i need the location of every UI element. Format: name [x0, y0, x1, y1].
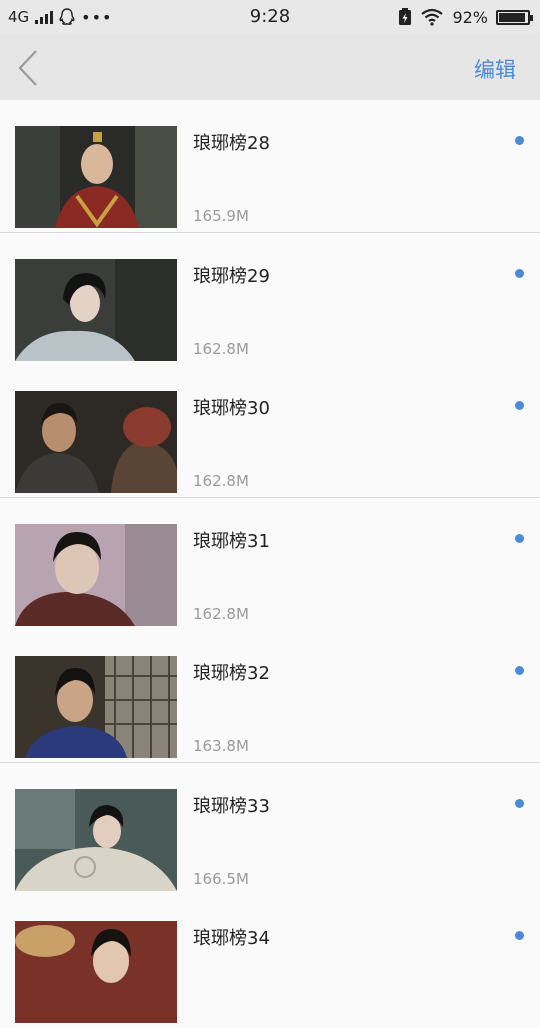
list-item[interactable]: 琅琊榜30 162.8M	[0, 365, 540, 498]
list-item[interactable]: 琅琊榜28 165.9M	[0, 100, 540, 233]
list-item[interactable]: 琅琊榜29 162.8M	[0, 233, 540, 366]
blue-dot-icon	[515, 931, 524, 940]
edit-button[interactable]: 编辑	[474, 54, 516, 84]
list-item[interactable]: 琅琊榜32 163.8M	[0, 630, 540, 763]
video-title: 琅琊榜32	[193, 663, 270, 684]
blue-dot-icon	[515, 666, 524, 675]
list-item[interactable]: 琅琊榜31 162.8M	[0, 498, 540, 631]
wifi-icon	[421, 8, 444, 26]
list-item[interactable]: 琅琊榜34	[0, 895, 540, 1028]
blue-dot-icon	[515, 136, 524, 145]
list-item[interactable]: 琅琊榜33 166.5M	[0, 763, 540, 896]
blue-dot-icon	[515, 268, 524, 278]
blue-dot-icon	[515, 798, 524, 808]
blue-dot-icon	[515, 401, 524, 410]
video-thumbnail[interactable]	[15, 523, 177, 626]
video-thumbnail[interactable]	[15, 126, 177, 228]
battery-percent: 92%	[452, 7, 488, 27]
video-list: 琅琊榜28 165.9M 琅琊榜29 162.8M 琅琊榜30 162.8M 琅…	[0, 100, 540, 1028]
video-size: 162.8M	[193, 339, 249, 358]
video-size: 165.9M	[193, 207, 249, 225]
status-bar: 4G ••• 9:28 92%	[0, 0, 540, 34]
video-title: 琅琊榜33	[193, 795, 270, 817]
video-thumbnail[interactable]	[15, 921, 177, 1023]
video-thumbnail[interactable]	[15, 258, 177, 361]
app-header: 编辑	[0, 34, 540, 100]
video-thumbnail[interactable]	[15, 788, 177, 891]
video-title: 琅琊榜29	[193, 265, 270, 287]
status-right: 92%	[398, 7, 533, 27]
video-size: 166.5M	[193, 869, 249, 888]
video-title: 琅琊榜30	[193, 398, 270, 419]
video-title: 琅琊榜28	[193, 133, 270, 154]
video-title: 琅琊榜31	[193, 530, 270, 552]
battery-saver-icon	[399, 8, 412, 25]
video-thumbnail[interactable]	[15, 391, 177, 493]
video-size: 162.8M	[193, 472, 249, 490]
battery-icon	[496, 9, 533, 25]
video-size: 162.8M	[193, 604, 249, 623]
video-thumbnail[interactable]	[15, 656, 177, 758]
video-title: 琅琊榜34	[193, 928, 270, 949]
blue-dot-icon	[515, 533, 524, 543]
back-chevron-icon[interactable]	[14, 48, 44, 88]
video-size: 163.8M	[193, 737, 249, 755]
